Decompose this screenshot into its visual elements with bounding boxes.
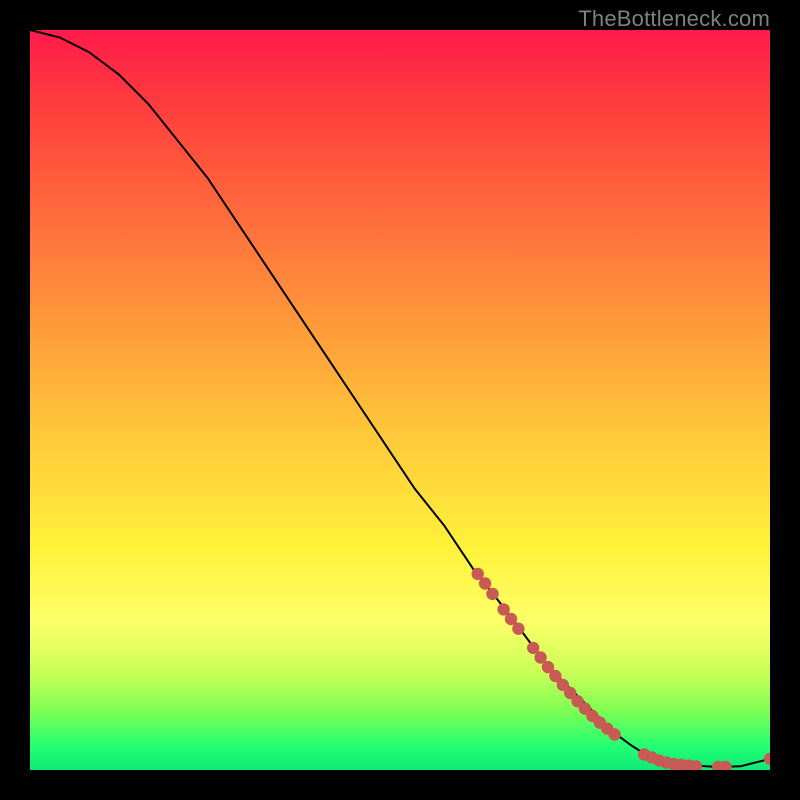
data-marker [645,751,657,763]
data-marker [601,722,613,734]
data-marker [497,603,509,615]
data-marker [764,753,770,765]
attribution-label: TheBottleneck.com [578,6,770,32]
data-marker [571,695,583,707]
data-marker [472,568,484,580]
data-marker [512,623,524,635]
plot-area [30,30,770,770]
chart-svg [30,30,770,770]
chart-frame: TheBottleneck.com [0,0,800,800]
data-marker [564,687,576,699]
data-marker [505,613,517,625]
data-marker [690,760,702,770]
data-marker [542,661,554,673]
data-marker [549,670,561,682]
data-marker [668,758,680,770]
data-marker [653,754,665,766]
data-marker [579,702,591,714]
data-marker [719,761,731,770]
data-marker [608,728,620,740]
curve-line [30,30,770,767]
data-marker [675,759,687,770]
data-marker [638,748,650,760]
data-marker [534,651,546,663]
data-marker [557,679,569,691]
data-marker [527,642,539,654]
data-marker [660,756,672,768]
data-marker [479,577,491,589]
data-marker [594,716,606,728]
data-marker [712,761,724,770]
data-marker [486,588,498,600]
data-marker [586,710,598,722]
data-marker [682,759,694,770]
